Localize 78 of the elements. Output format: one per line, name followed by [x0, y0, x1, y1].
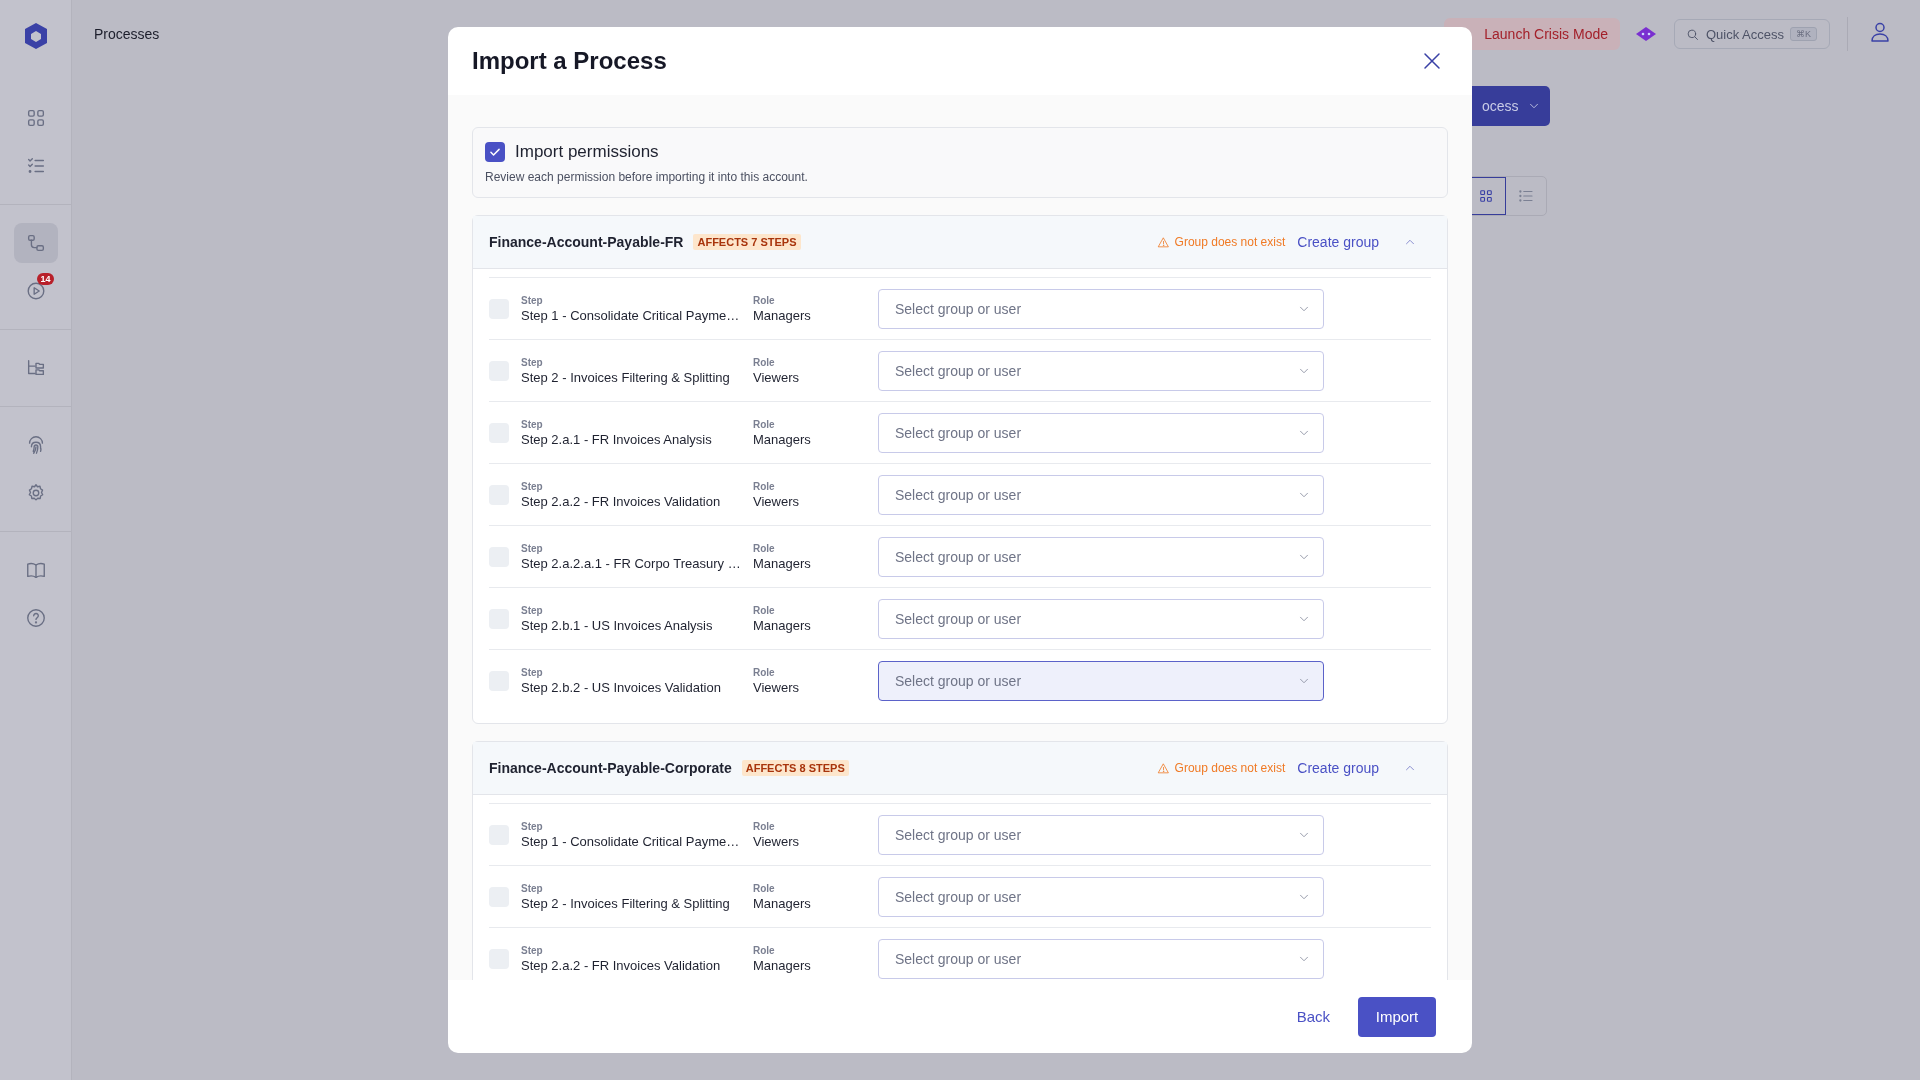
- field-label: Step: [521, 542, 544, 554]
- step-name: Step 2.a.2 - FR Invoices Validation: [521, 493, 722, 509]
- field-label: Step: [521, 820, 544, 832]
- page-title: Processes: [94, 26, 160, 42]
- shortcut-key: ⌘K: [1790, 27, 1818, 41]
- step-name: Step 2 - Invoices Filtering & Splitting: [521, 369, 731, 385]
- field-label: Role: [753, 418, 776, 430]
- dialog-title: Import a Process: [472, 47, 667, 75]
- group-user-select[interactable]: Select group or user: [878, 598, 1324, 639]
- field-label: Role: [753, 542, 776, 554]
- steps-tag: AFFECTS 7 STEPS: [693, 234, 801, 250]
- field-label: Role: [753, 666, 776, 678]
- group-user-select[interactable]: Select group or user: [878, 938, 1324, 979]
- field-label: Step: [521, 356, 544, 368]
- create-group-link[interactable]: Create group: [1297, 234, 1379, 250]
- field-label: Step: [521, 944, 544, 956]
- role-name: Viewers: [753, 493, 800, 509]
- group-user-select[interactable]: Select group or user: [878, 660, 1324, 701]
- role-name: Managers: [753, 895, 812, 911]
- group-user-select[interactable]: Select group or user: [878, 350, 1324, 391]
- step-name: Step 1 - Consolidate Critical Payme…: [521, 307, 741, 323]
- role-name: Managers: [753, 617, 812, 633]
- role-name: Managers: [753, 555, 812, 571]
- create-group-link[interactable]: Create group: [1297, 760, 1379, 776]
- group-user-select[interactable]: Select group or user: [878, 814, 1324, 855]
- field-label: Role: [753, 882, 776, 894]
- user-icon: [1868, 20, 1892, 44]
- group-name: Finance-Account-Payable-FR: [489, 234, 684, 250]
- back-button[interactable]: Back: [1290, 1007, 1336, 1026]
- group-user-select[interactable]: Select group or user: [878, 412, 1324, 453]
- logo-icon[interactable]: [22, 22, 49, 50]
- field-label: Role: [753, 356, 776, 368]
- role-name: Viewers: [753, 369, 800, 385]
- group-user-select[interactable]: Select group or user: [878, 288, 1324, 329]
- warning-icon: [1156, 235, 1170, 249]
- grid-icon: [1477, 187, 1495, 205]
- field-label: Step: [521, 294, 544, 306]
- group-user-select[interactable]: Select group or user: [878, 536, 1324, 577]
- field-label: Role: [753, 294, 776, 306]
- warning-icon: [1156, 761, 1170, 775]
- step-name: Step 2.a.2 - FR Invoices Validation: [521, 957, 722, 973]
- role-name: Viewers: [753, 679, 800, 695]
- field-label: Step: [521, 418, 544, 430]
- group-name: Finance-Account-Payable-Corporate: [489, 760, 732, 776]
- step-name: Step 2.b.2 - US Invoices Validation: [521, 679, 722, 695]
- sidebar-item[interactable]: [13, 223, 58, 263]
- field-label: Step: [521, 604, 544, 616]
- field-label: Step: [521, 666, 544, 678]
- warning-text: Group does not exist: [1174, 235, 1286, 249]
- role-name: Managers: [753, 307, 812, 323]
- step-name: Step 1 - Consolidate Critical Payme…: [521, 833, 741, 849]
- warning-text: Group does not exist: [1174, 761, 1286, 775]
- field-label: Role: [753, 604, 776, 616]
- step-name: Step 2.a.1 - FR Invoices Analysis: [521, 431, 713, 447]
- role-name: Viewers: [753, 833, 800, 849]
- quick-access-search[interactable]: Quick Access ⌘K: [1674, 19, 1830, 49]
- import-button[interactable]: Import: [1358, 996, 1436, 1037]
- list-icon: [1517, 187, 1535, 205]
- field-label: Role: [753, 820, 776, 832]
- step-name: Step 2.a.2.a.1 - FR Corpo Treasury …: [521, 555, 742, 571]
- step-name: Step 2 - Invoices Filtering & Splitting: [521, 895, 731, 911]
- group-user-select[interactable]: Select group or user: [878, 474, 1324, 515]
- steps-tag: AFFECTS 8 STEPS: [741, 760, 849, 776]
- field-label: Role: [753, 480, 776, 492]
- field-label: Role: [753, 944, 776, 956]
- checkbox-label: Import permissions: [515, 142, 659, 162]
- notification-badge: 14: [37, 273, 54, 285]
- field-label: Step: [521, 480, 544, 492]
- robot-icon[interactable]: [1635, 26, 1657, 42]
- step-name: Step 2.b.1 - US Invoices Analysis: [521, 617, 714, 633]
- field-label: Step: [521, 882, 544, 894]
- checkbox[interactable]: [485, 142, 505, 162]
- description-text: Review each permission before importing it into this account.: [485, 170, 809, 184]
- group-user-select[interactable]: Select group or user: [878, 876, 1324, 917]
- role-name: Managers: [753, 957, 812, 973]
- role-name: Managers: [753, 431, 812, 447]
- help-icon: [24, 607, 47, 629]
- sidebar-item[interactable]: 14: [13, 271, 58, 311]
